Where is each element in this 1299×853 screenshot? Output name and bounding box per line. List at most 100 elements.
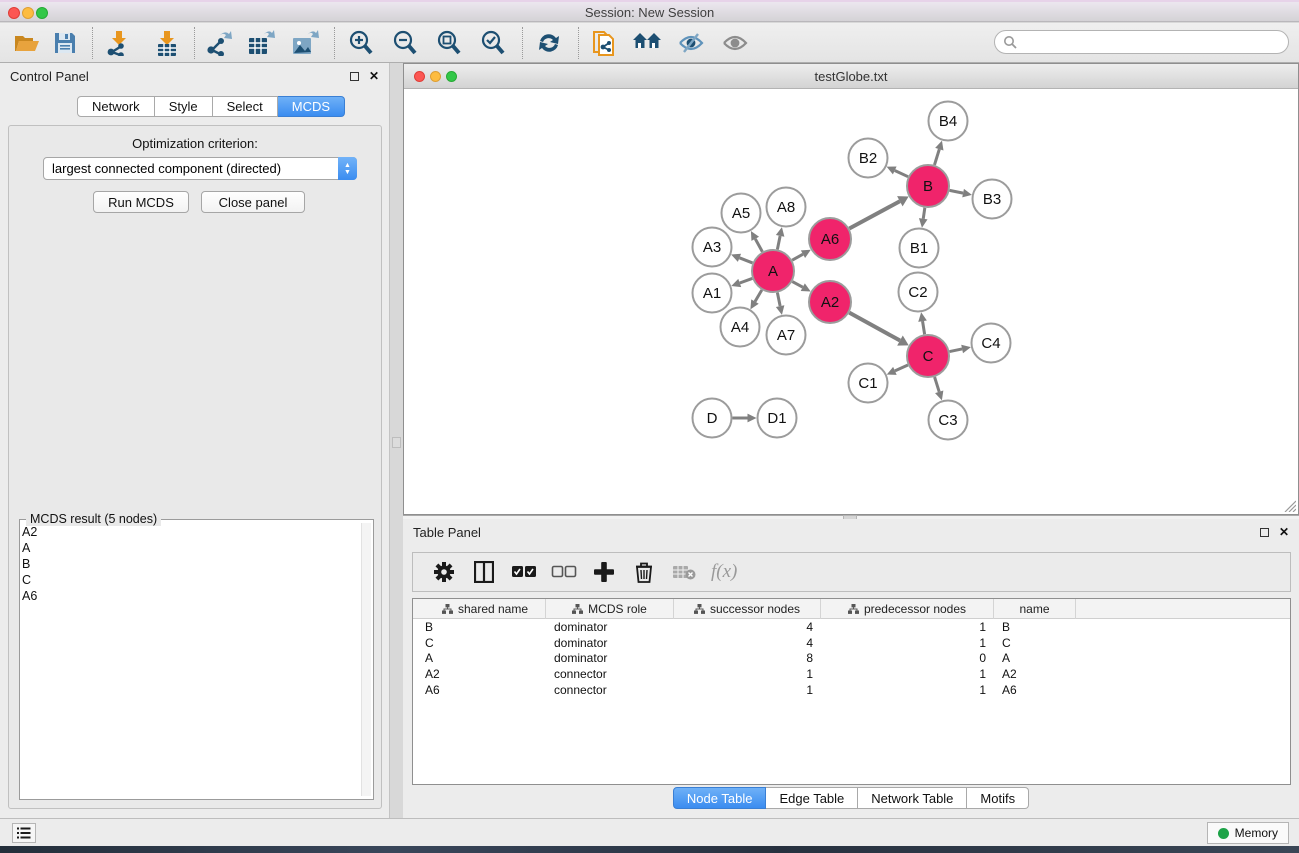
graph-edge[interactable] <box>755 239 762 252</box>
add-icon[interactable] <box>591 559 617 585</box>
result-item[interactable]: C <box>22 572 37 588</box>
graph-edge[interactable] <box>923 321 925 334</box>
result-item[interactable]: B <box>22 556 37 572</box>
edge-arrowhead-icon <box>935 141 943 151</box>
tab-node-table[interactable]: Node Table <box>673 787 767 809</box>
unselect-all-columns-icon[interactable] <box>551 559 577 585</box>
node-label: B4 <box>939 113 957 130</box>
edge-arrowhead-icon <box>962 189 972 198</box>
tab-network[interactable]: Network <box>77 96 155 117</box>
save-session-icon[interactable] <box>46 27 84 59</box>
graph-edge[interactable] <box>777 293 780 307</box>
float-panel-icon[interactable] <box>1260 528 1269 537</box>
delete-icon[interactable] <box>631 559 657 585</box>
graph-edge[interactable] <box>777 236 780 250</box>
column-header[interactable]: successor nodes <box>674 599 821 619</box>
control-panel: Control Panel ✕ Network Style Select MCD… <box>0 63 390 818</box>
export-network-icon[interactable] <box>200 27 238 59</box>
float-panel-icon[interactable] <box>350 72 359 81</box>
column-header[interactable]: shared name <box>413 599 546 619</box>
delete-table-icon[interactable] <box>671 559 697 585</box>
task-history-button[interactable] <box>12 823 36 843</box>
table-panel-header: Table Panel ✕ <box>403 519 1299 545</box>
settings-gear-icon[interactable] <box>431 559 457 585</box>
export-image-icon[interactable] <box>286 27 324 59</box>
close-panel-icon[interactable]: ✕ <box>1279 525 1289 539</box>
edge-arrowhead-icon <box>731 279 741 287</box>
export-table-icon[interactable] <box>242 27 280 59</box>
search-box[interactable] <box>994 30 1289 54</box>
zoom-in-icon[interactable] <box>342 27 380 59</box>
node-label: C1 <box>858 375 877 392</box>
hide-details-icon[interactable] <box>672 27 710 59</box>
result-item[interactable]: A2 <box>22 524 37 540</box>
hierarchy-icon <box>848 604 859 614</box>
table-row[interactable]: A6connector 11 A6 <box>413 682 1290 698</box>
network-canvas[interactable]: B4B2BB3A8A5A6A3B1AC2A1A2A4A7C4CC1C3DD1 <box>404 89 1298 514</box>
select-all-columns-icon[interactable] <box>511 559 537 585</box>
graph-edge[interactable] <box>849 201 900 228</box>
table-row[interactable]: Cdominator 41 C <box>413 635 1290 651</box>
toolbar-separator <box>194 27 195 59</box>
graph-edge[interactable] <box>740 278 753 283</box>
network-view-window: testGlobe.txt B4B2BB3A8A5A6A3B1AC2A1A2A4… <box>403 63 1299 515</box>
graph-edge[interactable] <box>950 190 964 193</box>
result-item[interactable]: A <box>22 540 37 556</box>
graph-edge[interactable] <box>755 290 762 302</box>
refresh-icon[interactable] <box>530 27 568 59</box>
import-table-icon[interactable] <box>148 27 186 59</box>
tab-mcds[interactable]: MCDS <box>278 96 345 117</box>
graph-edge[interactable] <box>923 208 925 219</box>
graph-edge[interactable] <box>934 149 939 165</box>
column-header[interactable]: predecessor nodes <box>821 599 994 619</box>
mcds-result-box: MCDS result (5 nodes) A2 A B C A6 <box>19 519 374 800</box>
table-row[interactable]: Adominator 80 A <box>413 651 1290 667</box>
node-table[interactable]: shared name MCDS role successor nodes pr… <box>412 598 1291 785</box>
tab-network-table[interactable]: Network Table <box>858 787 967 809</box>
memory-button[interactable]: Memory <box>1207 822 1289 844</box>
resize-grip-icon[interactable] <box>1282 498 1296 512</box>
criterion-value: largest connected component (directed) <box>44 161 338 176</box>
network-graph[interactable]: B4B2BB3A8A5A6A3B1AC2A1A2A4A7C4CC1C3DD1 <box>404 89 1298 514</box>
close-panel-icon[interactable]: ✕ <box>369 69 379 83</box>
edge-arrowhead-icon <box>961 345 971 354</box>
network-window-titlebar[interactable]: testGlobe.txt <box>404 64 1298 89</box>
column-header[interactable]: name <box>994 599 1076 619</box>
tab-style[interactable]: Style <box>155 96 213 117</box>
split-divider-handle[interactable] <box>392 437 401 448</box>
network-title: testGlobe.txt <box>404 69 1298 84</box>
graph-edge[interactable] <box>895 170 908 176</box>
function-builder-icon[interactable]: f(x) <box>711 561 737 583</box>
graph-edge[interactable] <box>792 254 803 260</box>
graph-edge[interactable] <box>849 313 900 341</box>
new-network-icon[interactable] <box>586 27 624 59</box>
search-input[interactable] <box>1017 35 1267 49</box>
toolbar-separator <box>578 27 579 59</box>
tab-select[interactable]: Select <box>213 96 278 117</box>
column-layout-icon[interactable] <box>471 559 497 585</box>
result-scrollbar[interactable] <box>361 523 371 796</box>
zoom-out-icon[interactable] <box>386 27 424 59</box>
show-details-icon[interactable] <box>716 27 754 59</box>
criterion-dropdown[interactable]: largest connected component (directed) ▲… <box>43 157 357 180</box>
run-mcds-button[interactable]: Run MCDS <box>93 191 189 213</box>
tab-edge-table[interactable]: Edge Table <box>766 787 858 809</box>
tab-motifs[interactable]: Motifs <box>967 787 1029 809</box>
result-item[interactable]: A6 <box>22 588 37 604</box>
graph-edge[interactable] <box>792 282 802 288</box>
edge-arrowhead-icon <box>919 218 928 228</box>
mcds-result-list[interactable]: A2 A B C A6 <box>22 524 37 604</box>
zoom-fit-icon[interactable] <box>430 27 468 59</box>
graph-edge[interactable] <box>739 258 752 263</box>
open-file-icon[interactable] <box>8 27 46 59</box>
column-header[interactable]: MCDS role <box>546 599 674 619</box>
table-row[interactable]: Bdominator 41 B <box>413 619 1290 635</box>
home-icon[interactable] <box>628 27 666 59</box>
graph-edge[interactable] <box>950 349 963 352</box>
import-network-icon[interactable] <box>100 27 138 59</box>
table-row[interactable]: A2connector 11 A2 <box>413 666 1290 682</box>
close-panel-button[interactable]: Close panel <box>201 191 305 213</box>
zoom-selected-icon[interactable] <box>474 27 512 59</box>
graph-edge[interactable] <box>935 377 940 392</box>
graph-edge[interactable] <box>895 365 908 371</box>
